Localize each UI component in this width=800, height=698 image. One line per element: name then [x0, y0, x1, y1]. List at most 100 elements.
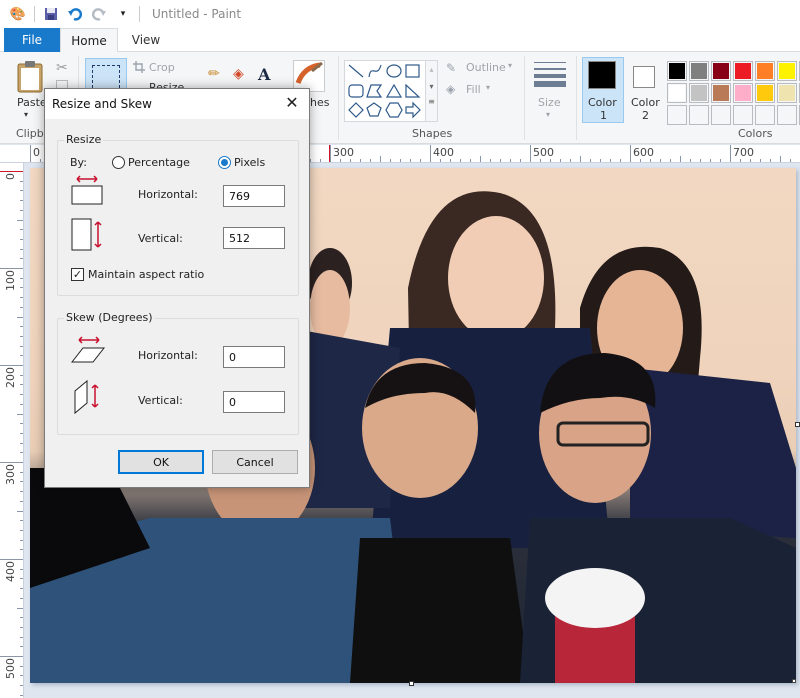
ruler-tick [20, 287, 23, 289]
shapes-gallery[interactable] [344, 60, 426, 122]
line-shape-icon [348, 64, 364, 78]
size-button[interactable] [534, 60, 566, 87]
resize-horizontal-input[interactable] [223, 185, 285, 207]
brushes-label[interactable]: hes [310, 96, 329, 109]
palette-swatch[interactable] [667, 61, 687, 81]
maintain-aspect-checkbox[interactable]: ✓ [71, 268, 84, 281]
ruler-tick [20, 345, 23, 347]
dialog-title-bar[interactable]: Resize and Skew ✕ [45, 89, 309, 119]
crop-button[interactable]: Crop [149, 61, 175, 74]
skew-vertical-input[interactable] [223, 391, 285, 413]
tab-view[interactable]: View [118, 28, 174, 53]
cut-icon[interactable]: ✂ [56, 60, 68, 76]
size-label[interactable]: Size [538, 96, 561, 109]
person-shirt [350, 538, 530, 683]
palette-swatch[interactable] [777, 61, 797, 81]
ruler-tick [20, 355, 23, 357]
tab-home[interactable]: Home [60, 28, 118, 53]
palette-swatch[interactable] [667, 105, 687, 125]
canvas-resize-handle-right[interactable] [795, 422, 800, 427]
paste-button[interactable] [16, 60, 44, 97]
tab-file[interactable]: File [4, 28, 60, 53]
pixels-radio[interactable] [218, 156, 231, 169]
color1-swatch [588, 61, 616, 89]
palette-swatch[interactable] [777, 105, 797, 125]
paste-dropdown-icon[interactable]: ▾ [24, 110, 28, 119]
divider [576, 56, 577, 140]
redo-icon[interactable] [91, 6, 107, 22]
divider [524, 56, 525, 140]
ruler-tick [20, 297, 23, 299]
ruler-tick [350, 159, 351, 162]
color1-number: 1 [600, 109, 607, 122]
palette-swatch[interactable] [689, 61, 709, 81]
size-dropdown-icon[interactable]: ▾ [546, 110, 550, 119]
ruler-tick [750, 159, 751, 162]
palette-swatch[interactable] [733, 105, 753, 125]
palette-swatch[interactable] [733, 61, 753, 81]
text-tool-icon[interactable]: A [258, 65, 270, 84]
palette-swatch[interactable] [755, 83, 775, 103]
vertical-ruler: 0 100 200 300 400 500 [0, 163, 24, 698]
skew-vertical-label: Vertical: [138, 394, 183, 407]
resize-vertical-input[interactable] [223, 227, 285, 249]
paint-app-icon[interactable]: 🎨 [10, 6, 26, 22]
pixels-label[interactable]: Pixels [234, 156, 265, 169]
skew-horizontal-label: Horizontal: [138, 349, 198, 362]
skew-horizontal-input[interactable] [223, 346, 285, 368]
ruler-tick [780, 156, 781, 162]
percentage-label[interactable]: Percentage [128, 156, 190, 169]
palette-swatch[interactable] [755, 105, 775, 125]
diamond-shape-icon [348, 102, 364, 118]
resize-horizontal-icon [71, 175, 103, 205]
palette-swatch[interactable] [689, 83, 709, 103]
percentage-radio[interactable] [112, 156, 125, 169]
canvas-resize-handle-bottom[interactable] [409, 681, 414, 686]
ruler-tick [690, 159, 691, 162]
palette-swatch[interactable] [711, 61, 731, 81]
fill-dropdown-icon[interactable]: ▾ [486, 83, 490, 92]
ruler-tick [17, 607, 23, 609]
ruler-tick [660, 159, 661, 162]
maintain-aspect-label[interactable]: Maintain aspect ratio [88, 268, 204, 281]
shapes-gallery-scroll[interactable]: ▴ ▾ ≡ [426, 60, 438, 122]
palette-swatch[interactable] [755, 61, 775, 81]
ruler-tick [20, 229, 23, 231]
close-icon[interactable]: ✕ [283, 94, 301, 112]
popcorn-print [545, 568, 645, 628]
palette-swatch[interactable] [711, 83, 731, 103]
paste-label[interactable]: Paste [17, 96, 47, 109]
ruler-tick [40, 159, 41, 162]
cancel-button[interactable]: Cancel [212, 450, 298, 474]
fill-bucket-icon[interactable]: ◈ [233, 66, 244, 82]
ruler-tick [20, 675, 23, 677]
palette-swatch[interactable] [689, 105, 709, 125]
color2-button[interactable]: Color 2 [626, 57, 664, 123]
outline-dropdown-icon[interactable]: ▾ [508, 61, 512, 70]
customize-qat-icon[interactable]: ▾ [115, 6, 131, 22]
palette-swatch[interactable] [711, 105, 731, 125]
outline-button[interactable]: Outline [466, 61, 506, 74]
divider [139, 6, 140, 22]
ruler-tick [20, 578, 23, 580]
ruler-tick [20, 597, 23, 599]
palette-swatch[interactable] [667, 83, 687, 103]
ruler-tick [20, 617, 23, 619]
ruler-tick [680, 156, 681, 162]
cursor-position-marker [329, 145, 330, 162]
palette-swatch[interactable] [777, 83, 797, 103]
palette-swatch-color [735, 107, 751, 123]
palette-swatch-color [735, 85, 751, 101]
ok-button[interactable]: OK [118, 450, 204, 474]
pencil-icon[interactable]: ✏ [208, 66, 220, 82]
canvas-resize-handle[interactable] [792, 679, 796, 683]
palette-swatch[interactable] [733, 83, 753, 103]
ruler-tick [30, 145, 31, 162]
ruler-tick [620, 159, 621, 162]
undo-icon[interactable] [67, 6, 83, 22]
fill-icon: ◈ [446, 82, 456, 96]
color1-button[interactable]: Color 1 [582, 57, 624, 123]
ruler-tick [720, 159, 721, 162]
fill-button[interactable]: Fill [466, 83, 481, 96]
save-icon[interactable] [43, 6, 59, 22]
